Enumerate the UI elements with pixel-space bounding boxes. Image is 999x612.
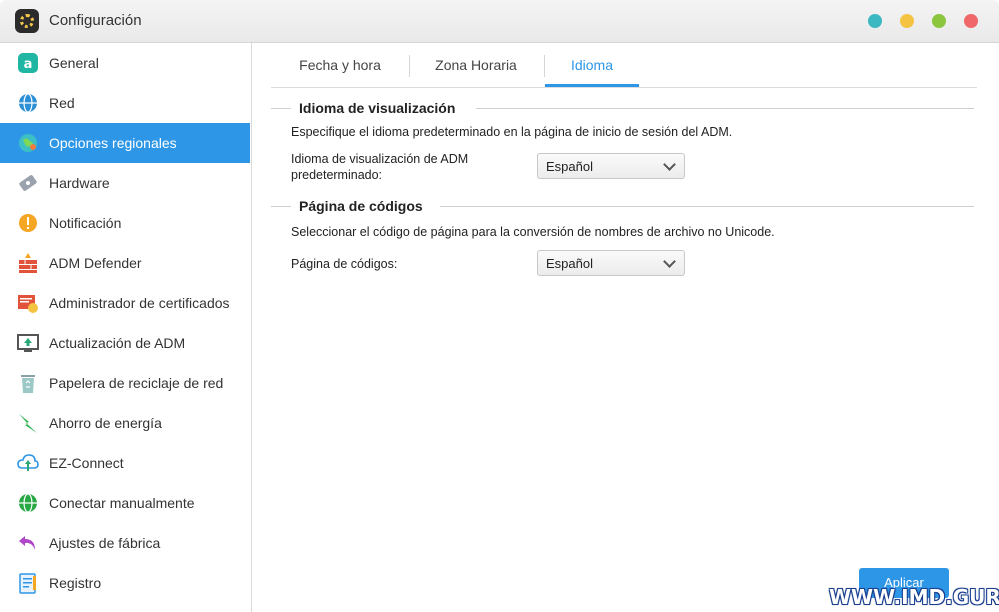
regional-icon [17,132,39,154]
notification-icon [17,212,39,234]
sidebar-item-label: Papelera de reciclaje de red [49,375,224,391]
display-language-field-label: Idioma de visualización de ADM predeterm… [291,151,468,183]
sidebar-item-adm-update[interactable]: Actualización de ADM [0,323,250,363]
log-icon [17,572,39,594]
sidebar-item-hardware[interactable]: Hardware [0,163,250,203]
sidebar-item-label: ADM Defender [49,255,142,271]
chevron-down-icon [663,158,676,171]
sidebar-item-label: Actualización de ADM [49,335,186,351]
sidebar-item-network-recycle-bin[interactable]: Papelera de reciclaje de red [0,363,250,403]
section-divider [440,206,974,207]
section-divider [271,108,291,109]
sidebar-item-label: Conectar manualmente [49,495,195,511]
connect-icon [17,492,39,514]
sidebar-item-log[interactable]: Registro [0,563,250,603]
sidebar-item-general[interactable]: a General [0,43,250,83]
cloud-icon [17,452,39,474]
sidebar-item-label: EZ-Connect [49,455,124,471]
sidebar-item-label: Red [49,95,75,111]
tab-language[interactable]: Idioma [545,43,639,87]
section-divider [271,206,291,207]
globe-icon [17,92,39,114]
hardware-icon [17,172,39,194]
display-language-description: Especifique el idioma predeterminado en … [291,125,733,139]
tab-date-time[interactable]: Fecha y hora [283,43,397,87]
sidebar-item-adm-defender[interactable]: ADM Defender [0,243,250,283]
settings-app-icon [15,9,39,33]
general-icon: a [17,52,39,74]
sidebar-item-label: Ahorro de energía [49,415,162,431]
sidebar-item-certificates[interactable]: Administrador de certificados [0,283,250,323]
display-language-select[interactable]: Español [537,153,685,179]
code-page-select[interactable]: Español [537,250,685,276]
sidebar-item-notification[interactable]: Notificación [0,203,250,243]
sidebar-item-regional-options[interactable]: Opciones regionales [0,123,250,163]
window-title: Configuración [49,12,142,29]
tab-divider [409,55,410,77]
sidebar: a General Red Opciones regionales Hardwa… [0,43,252,612]
sidebar-item-red[interactable]: Red [0,83,250,123]
recycle-bin-icon [17,372,39,394]
field-label-line: predeterminado: [291,168,383,182]
sidebar-item-factory-reset[interactable]: Ajustes de fábrica [0,523,250,563]
sidebar-item-label: Opciones regionales [49,135,177,151]
firewall-icon [17,252,39,274]
sidebar-item-ez-connect[interactable]: EZ-Connect [0,443,250,483]
code-page-section-title: Página de códigos [299,198,423,214]
display-language-value: Español [546,159,593,174]
section-divider [476,108,974,109]
certificate-icon [17,292,39,314]
sidebar-item-label: Notificación [49,215,122,231]
field-label-line: Idioma de visualización de ADM [291,152,469,166]
svg-text:a: a [24,57,33,72]
energy-icon [17,412,39,434]
watermark: WWW.IMD.GURU [829,585,999,609]
chevron-down-icon [663,255,676,268]
code-page-field-label: Página de códigos: [291,257,398,271]
minimize-window-button[interactable] [868,14,882,28]
reset-icon [17,532,39,554]
sidebar-item-label: Ajustes de fábrica [49,535,161,551]
sidebar-item-energy-saving[interactable]: Ahorro de energía [0,403,250,443]
code-page-description: Seleccionar el código de página para la … [291,225,775,239]
title-bar: Configuración [0,0,999,43]
tab-bar: Fecha y hora Zona Horaria Idioma [271,43,977,88]
sidebar-item-label: General [49,55,99,71]
code-page-value: Español [546,256,593,271]
maximize-window-button[interactable] [900,14,914,28]
update-icon [17,332,39,354]
sidebar-item-label: Hardware [49,175,110,191]
zoom-window-button[interactable] [932,14,946,28]
display-language-section-title: Idioma de visualización [299,100,456,116]
tab-time-zone[interactable]: Zona Horaria [421,43,531,87]
sidebar-item-label: Registro [49,575,102,591]
sidebar-item-manual-connect[interactable]: Conectar manualmente [0,483,250,523]
close-window-button[interactable] [964,14,978,28]
sidebar-item-label: Administrador de certificados [49,295,230,311]
